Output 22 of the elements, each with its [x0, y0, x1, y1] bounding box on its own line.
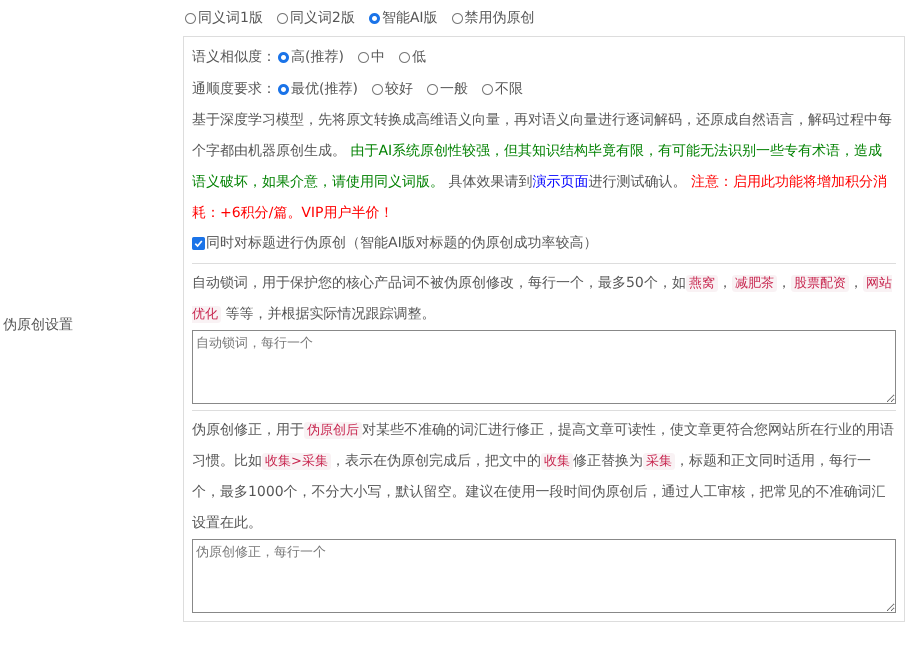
lock-words-description: 自动锁词，用于保护您的核心产品词不被伪原创修改，每行一个，最多50个，如 燕窝 ， 减肥茶 ， 股票配资 ， 网站优化 等等，并根据实际情况跟踪调整。 [192, 274, 893, 325]
similarity-radio[interactable]: 低 [398, 48, 426, 66]
corrections-field[interactable]: 伪原创修正，每行一个 [192, 539, 896, 613]
fluency-radio[interactable]: 最优(推荐) [278, 80, 358, 98]
fluency-radio[interactable]: 较好 [372, 80, 413, 98]
fluency-radio[interactable]: 一般 [426, 80, 468, 98]
mode-radio[interactable]: 同义词2版 [276, 9, 355, 27]
mode-radio[interactable]: 同义词1版 [185, 9, 263, 27]
section-label: 伪原创设置 [3, 316, 73, 334]
lock-words-field[interactable]: 自动锁词，每行一个 [192, 330, 896, 404]
fluency-radio[interactable]: 不限 [482, 80, 523, 98]
similarity-radio[interactable]: 高(推荐) [278, 48, 344, 66]
similarity-label: 语义相似度： [192, 48, 276, 66]
fluency-label: 通顺度要求： [192, 80, 276, 98]
description-text: 基于深度学习模型，先将原文转换成高维语义向量，再对语义向量进行逐词解码，还原成自然语言，解码过程中每个字都由机器原创生成。 由于AI系统原创性较强，但其知识结构毕竟有限，有可能无法识别一些专有术语，造成语义破坏，如果介意，请使用同义词版。 具体效果请到演示页面进行测试确认。 注意：启用此功能将增加积分消耗：+6积分/篇。VIP用户半价！ [192, 111, 893, 223]
mode-radio[interactable]: 禁用伪原创 [452, 9, 535, 27]
title-checkbox[interactable]: 同时对标题进行伪原创（智能AI版对标题的伪原创成功率较高） [192, 229, 896, 257]
similarity-radio[interactable]: 中 [358, 48, 385, 66]
corrections-description: 伪原创修正，用于 伪原创后 对某些不准确的词汇进行修正，提高文章可读性，使文章更符合您网站所在行业的用语习惯。比如 收集>采集 ，表示在伪原创完成后，把文中的 收集 修正替换为 采集 ，标题和正文同时适用，每行一个，最多1000个，不分大小写，默认留空。建议在使用一段时间伪原创后，通过人工审核，把常见的不准确词汇设置在此。 [192, 421, 895, 533]
checkmark-icon [193, 238, 204, 248]
mode-radio[interactable]: 智能AI版 [368, 9, 438, 27]
demo-page-link[interactable]: 演示页面 [532, 174, 588, 190]
